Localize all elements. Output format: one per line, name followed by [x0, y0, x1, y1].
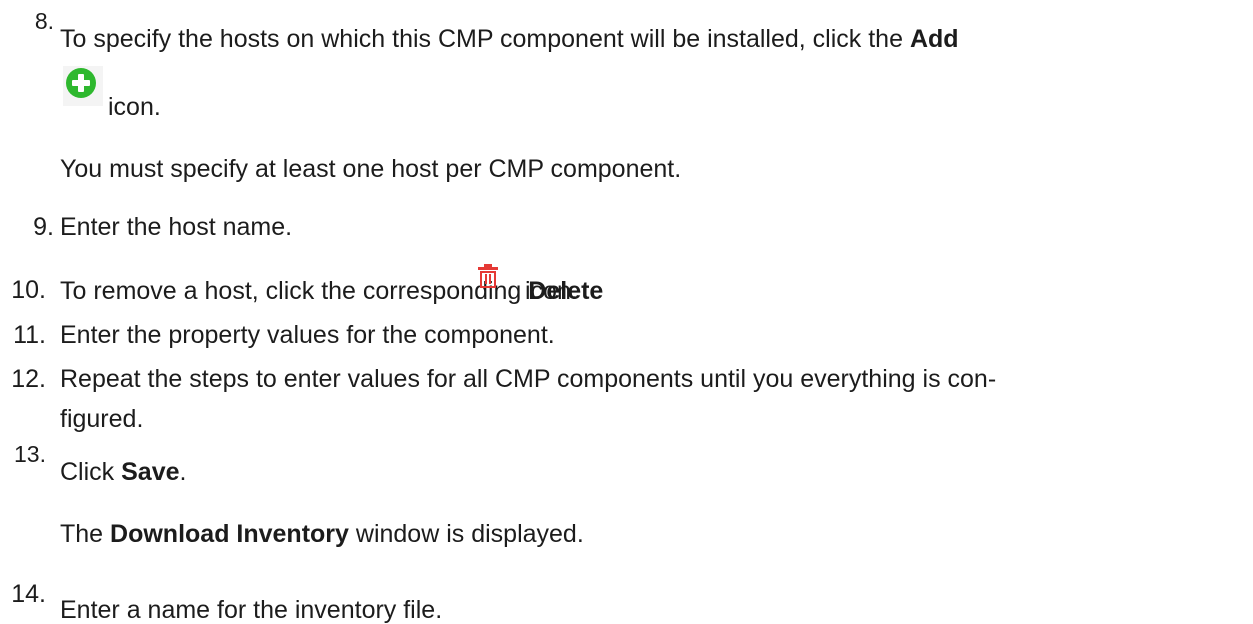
save-label: Save [121, 458, 180, 486]
add-label: Add [909, 25, 959, 53]
step-number-9: 9. [33, 213, 54, 241]
step-13-prefix: Click [60, 458, 122, 486]
step-number-10: 10. [11, 276, 46, 304]
step-10-text: To remove a host, click the correspondin… [60, 279, 603, 304]
step-13-text: Click Save. [60, 460, 186, 485]
note-prefix: The [60, 520, 111, 548]
step-number-13: 13. [14, 441, 46, 467]
note-suffix: window is displayed. [348, 520, 584, 548]
step-9-text: Enter the host name. [60, 213, 293, 241]
step-12-text-line1: Repeat the steps to enter values for all… [60, 365, 997, 393]
step-10-prefix: To remove a host, click the correspondin… [60, 277, 529, 305]
step-8-note: You must specify at least one host per C… [60, 155, 682, 183]
step-number-14: 14. [11, 580, 46, 608]
step-12-text-line2: figured. [60, 405, 144, 433]
step-10-suffix: icon. [525, 277, 578, 305]
step-number-11: 11. [13, 321, 46, 349]
add-circle-icon [63, 66, 103, 106]
step-number-8: 8. [34, 8, 54, 34]
step-8-icon-word: icon. [108, 93, 161, 121]
step-number-12: 12. [11, 365, 46, 393]
trash-icon [478, 264, 498, 288]
step-8-prefix: To specify the hosts on which this CMP c… [60, 25, 910, 53]
step-14-text: Enter a name for the inventory file. [60, 596, 443, 624]
step-11-text: Enter the property values for the compon… [60, 321, 555, 349]
download-inventory-label: Download Inventory [110, 520, 349, 548]
step-13-note: The Download Inventory window is display… [60, 522, 584, 547]
step-8-text: To specify the hosts on which this CMP c… [60, 27, 959, 52]
step-13-suffix: . [179, 458, 187, 486]
